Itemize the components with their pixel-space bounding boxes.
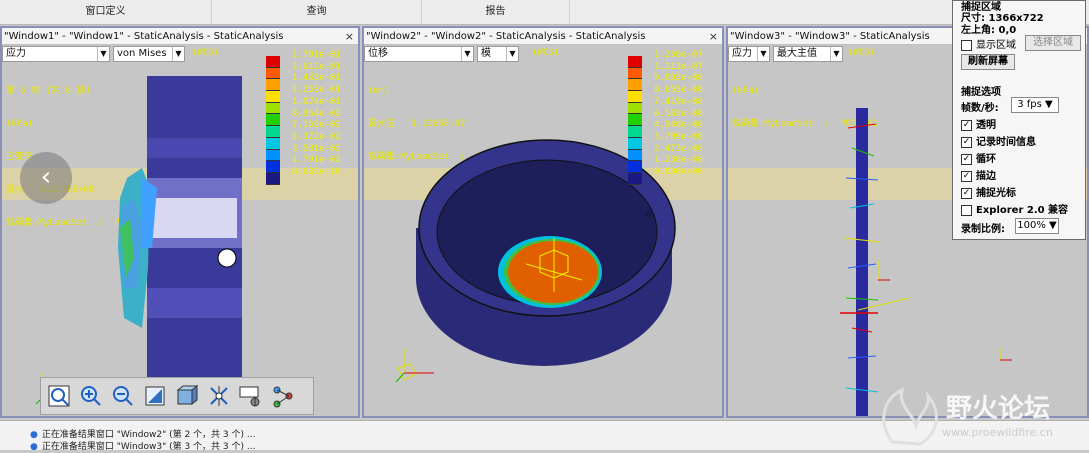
checkbox-checked-icon: ✓ — [961, 170, 972, 182]
select-region-button[interactable]: 选择区域 — [1025, 35, 1081, 51]
window-2-legend-bar — [628, 56, 642, 185]
legend-value: 2.473e-08 — [654, 143, 703, 154]
menu-query[interactable]: 查询 — [212, 0, 422, 24]
capture-panel: 捕捉区域 尺寸: 1366x722 左上角: 0,0 显示区域 选择区域 刷新屏… — [952, 0, 1086, 240]
view-toolbar — [40, 377, 314, 415]
watermark: 野火论坛 www.proewildfire.cn — [872, 382, 1089, 450]
option-transparent[interactable]: ✓ 透明 — [961, 116, 996, 131]
fps-label: 帧数/秒: — [961, 103, 999, 114]
legend-value: 3.581e-02 — [292, 143, 341, 154]
window-1-legend-values: 1.791e-01 1.612e-01 1.433e-01 1.253e-01 … — [292, 50, 341, 179]
checkbox-icon — [961, 204, 972, 216]
menu-bar: 窗口定义 查询 报告 — [0, 0, 1089, 25]
orientation-icon[interactable] — [173, 382, 201, 410]
scale-label: 录制比例: — [961, 224, 1005, 235]
option-explorer-compat[interactable]: Explorer 2.0 兼容 — [961, 201, 1068, 216]
capture-options-heading: 捕捉选项 — [961, 87, 1001, 98]
show-region-checkbox[interactable]: 显示区域 — [961, 36, 1016, 51]
zoom-out-icon[interactable] — [109, 382, 137, 410]
checkbox-icon — [961, 39, 972, 51]
legend-value: 1.791e-01 — [292, 50, 341, 60]
zoom-window-icon[interactable] — [45, 382, 73, 410]
legend-value: 1.236e-08 — [654, 155, 703, 166]
capture-top-left-label: 左上角: 0,0 — [961, 25, 1017, 36]
animation-icon[interactable] — [269, 382, 297, 410]
window-2-legend-values: 1.236e-07 1.113e-07 9.892e-08 8.655e-08 … — [654, 50, 703, 179]
checkbox-checked-icon: ✓ — [961, 187, 972, 199]
window-1-legend-bar — [266, 56, 280, 185]
checkbox-checked-icon: ✓ — [961, 136, 972, 148]
result-window-2[interactable]: "Window2" - "Window2" - StaticAnalysis -… — [362, 26, 724, 418]
bullet-icon: ● — [30, 442, 38, 452]
legend-value: 8.632e-10 — [292, 167, 341, 178]
result-window-1[interactable]: "Window1" - "Window1" - StaticAnalysis -… — [0, 26, 360, 418]
spin-center-icon[interactable] — [205, 382, 233, 410]
legend-value: 7.163e-02 — [292, 120, 341, 131]
legend-value: 1.074e-01 — [292, 96, 341, 107]
legend-value: 3.709e-08 — [654, 131, 703, 142]
checkbox-checked-icon: ✓ — [961, 119, 972, 131]
legend-value: 1.433e-01 — [292, 73, 341, 84]
legend-value: 1.236e-07 — [654, 50, 703, 60]
scale-select[interactable]: 100% ▼ — [1015, 218, 1059, 234]
legend-value: 8.954e-02 — [292, 108, 341, 119]
watermark-title: 野火论坛 — [946, 394, 1051, 424]
legend-value: 1.612e-01 — [292, 61, 341, 72]
refresh-screen-button[interactable]: 刷新屏幕 — [961, 54, 1015, 70]
previous-slide-button[interactable]: ‹ — [20, 152, 72, 204]
legend-value: 1.253e-01 — [292, 85, 341, 96]
legend-value: 1.791e-02 — [292, 155, 341, 166]
option-outline[interactable]: ✓ 描边 — [961, 167, 996, 182]
legend-value: 6.182e-08 — [654, 108, 703, 119]
legend-value: 9.892e-08 — [654, 73, 703, 84]
legend-value: 5.372e-02 — [292, 131, 341, 142]
legend-value: 1.113e-07 — [654, 61, 703, 72]
window-3-model-view — [840, 108, 911, 416]
status-message: ● 正在准备结果窗口 "Window3" (第 3 个，共 3 个) ... — [30, 442, 256, 452]
window-3-axis-triad — [998, 348, 1018, 371]
legend-value: 7.419e-08 — [654, 96, 703, 107]
option-capture-cursor[interactable]: ✓ 捕捉光标 — [961, 184, 1016, 199]
menu-window-definition[interactable]: 窗口定义 — [0, 0, 212, 24]
legend-value: 4.946e-08 — [654, 120, 703, 131]
zoom-in-icon[interactable] — [77, 382, 105, 410]
watermark-url: www.proewildfire.cn — [942, 426, 1053, 439]
refit-icon[interactable] — [141, 382, 169, 410]
menu-report[interactable]: 报告 — [422, 0, 570, 24]
legend-value: 8.655e-08 — [654, 85, 703, 96]
option-loop[interactable]: ✓ 循环 — [961, 150, 996, 165]
fps-select[interactable]: 3 fps ▼ — [1011, 97, 1059, 113]
checkbox-checked-icon: ✓ — [961, 153, 972, 165]
named-view-icon[interactable] — [237, 382, 265, 410]
legend-value: 0.000e+00 — [654, 167, 703, 178]
option-record-time[interactable]: ✓ 记录时间信息 — [961, 133, 1036, 148]
